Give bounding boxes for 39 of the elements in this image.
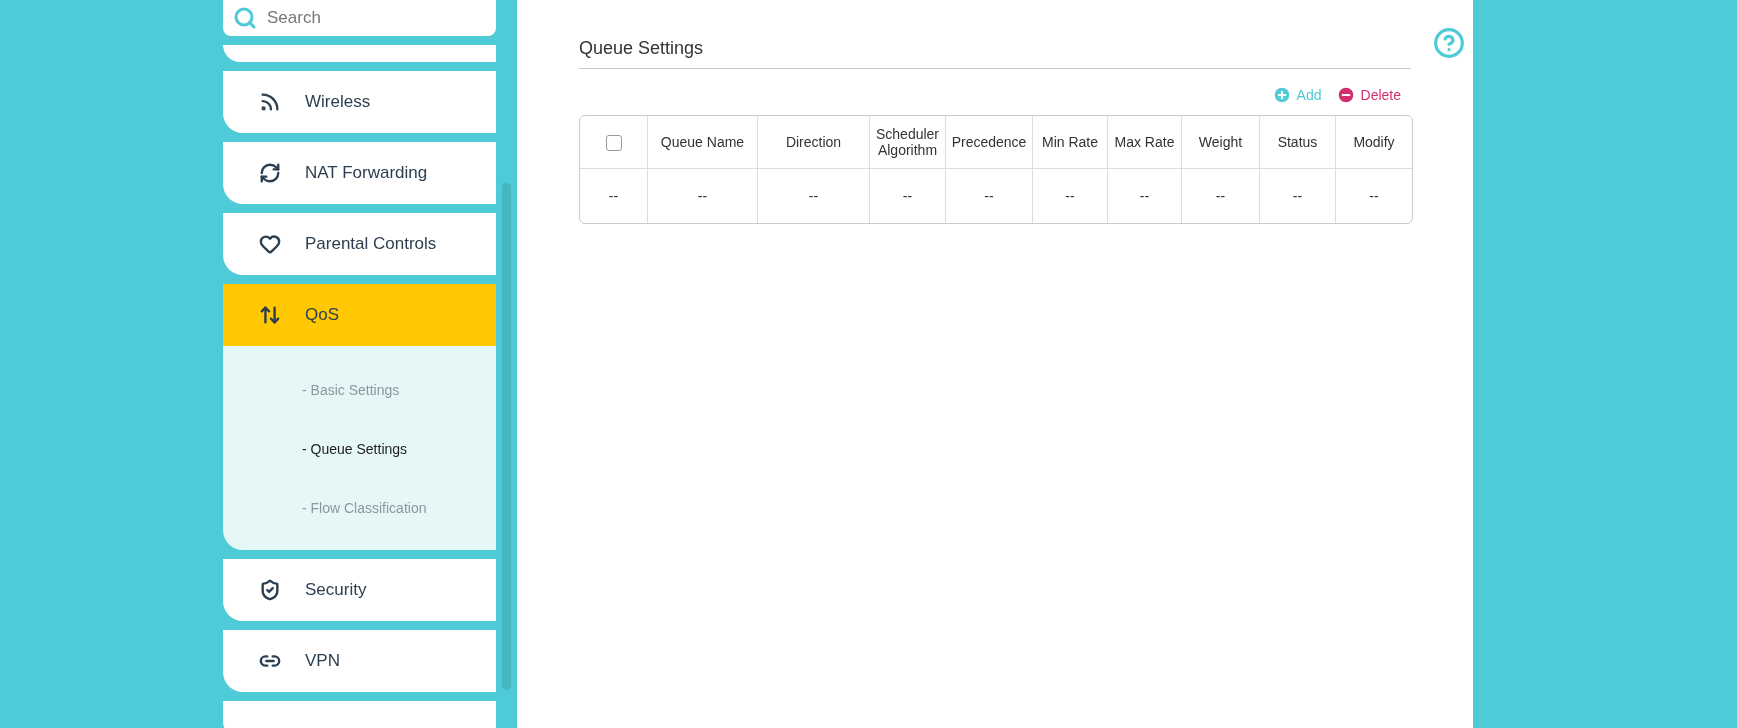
menu-item[interactable]: Security (223, 559, 496, 621)
menu-item[interactable]: VPN (223, 630, 496, 692)
table-cell: -- (945, 169, 1032, 223)
table-cell: -- (1335, 169, 1412, 223)
table-cell-text: -- (607, 187, 620, 206)
wifi-icon (259, 91, 281, 113)
column-header: Modify (1335, 116, 1412, 169)
plus-icon (1271, 85, 1292, 105)
table-cell: -- (1107, 169, 1181, 223)
menu-item[interactable]: Wireless (223, 71, 496, 133)
submenu-item[interactable]: - Queue Settings (302, 419, 496, 478)
column-header: Weight (1181, 116, 1259, 169)
search-field[interactable]: Search (223, 0, 496, 36)
column-header: Scheduler Algorithm (869, 116, 945, 169)
arrows-icon (259, 304, 281, 326)
table-cell: -- (1032, 169, 1107, 223)
table-cell: -- (1259, 169, 1335, 223)
column-header: Status (1259, 116, 1335, 169)
refresh-icon (259, 162, 281, 184)
column-header: Precedence (945, 116, 1032, 169)
shield-icon (259, 579, 281, 601)
column-header: Direction (757, 116, 869, 169)
checkbox[interactable] (605, 134, 622, 151)
heart-icon (259, 233, 281, 255)
menu-item[interactable]: NAT Forwarding (223, 142, 496, 204)
help-icon[interactable] (1433, 27, 1465, 59)
table-cell: -- (1181, 169, 1259, 223)
delete-button[interactable]: Delete (1335, 87, 1401, 103)
menu-item[interactable]: Parental Controls (223, 213, 496, 275)
menu-item[interactable]: QoS (223, 284, 496, 346)
table-cell: -- (757, 169, 869, 223)
table-cell: -- (869, 169, 945, 223)
column-header: Queue Name (647, 116, 757, 169)
column-header: Min Rate (1032, 116, 1107, 169)
search-icon (233, 6, 257, 30)
page-title: Queue Settings (579, 38, 704, 59)
minus-icon (1335, 85, 1356, 105)
table-cell: -- (647, 169, 757, 223)
column-header: Max Rate (1107, 116, 1181, 169)
